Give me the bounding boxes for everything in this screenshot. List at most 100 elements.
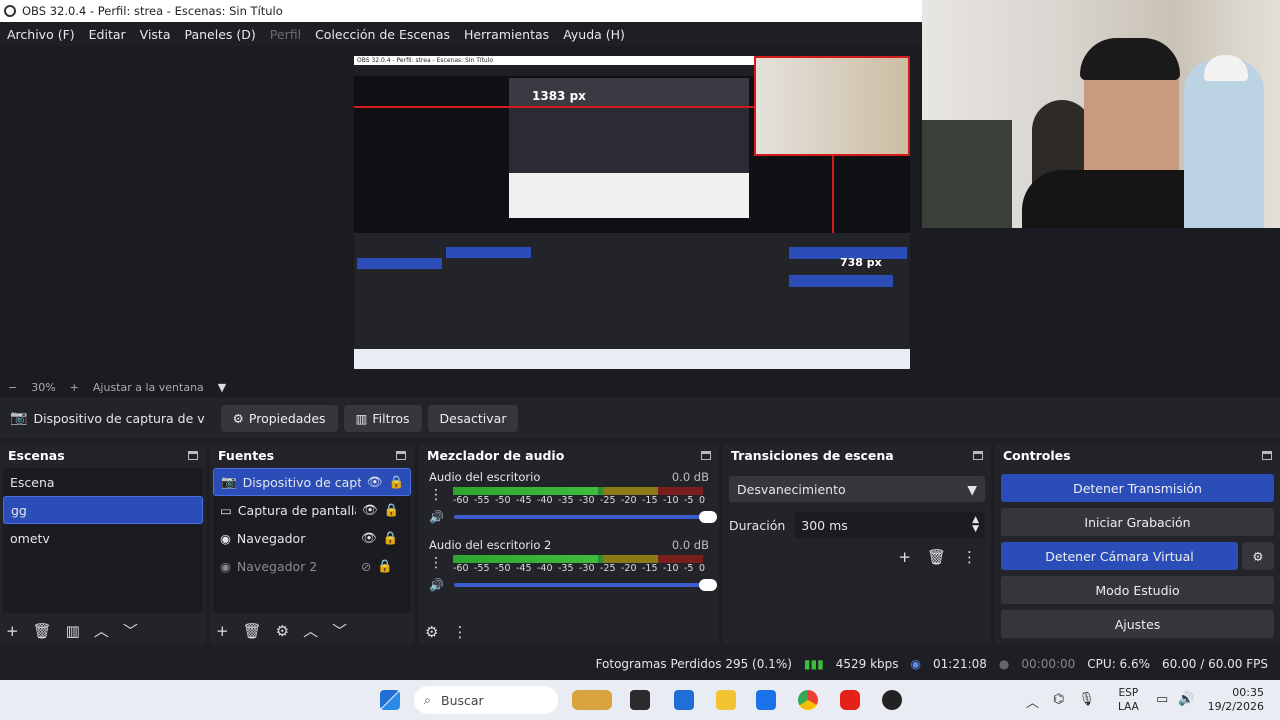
speaker-icon[interactable]: 🔊 [429, 578, 444, 592]
source-item[interactable]: 📷 Dispositivo de captur 👁 🔒 [213, 468, 411, 496]
wifi-icon[interactable]: ▭ [1156, 692, 1168, 707]
filters-button[interactable]: ▥ Filtros [343, 404, 422, 432]
deactivate-label: Desactivar [439, 410, 507, 426]
menu-perfil[interactable]: Perfil [263, 27, 308, 42]
studio-mode-button[interactable]: Modo Estudio [1001, 576, 1274, 604]
terminal-icon[interactable] [630, 690, 650, 710]
add-icon[interactable]: + [216, 622, 229, 640]
chrome-icon[interactable] [798, 690, 818, 710]
menu-vista[interactable]: Vista [133, 27, 178, 42]
language-indicator[interactable]: ESP LAA [1118, 686, 1139, 714]
deactivate-button[interactable]: Desactivar [427, 404, 519, 432]
duration-row: Duración 300 ms ▲ ▼ [729, 512, 985, 538]
add-icon[interactable]: + [6, 622, 19, 640]
cpu-usage: CPU: 6.6% [1087, 657, 1151, 671]
menu-paneles[interactable]: Paneles (D) [178, 27, 263, 42]
widget-icon[interactable] [572, 690, 612, 710]
trash-icon[interactable]: 🗑 [33, 622, 52, 640]
more-icon[interactable]: ⋮ [429, 487, 443, 503]
speaker-icon[interactable]: 🔊 [429, 510, 444, 524]
add-icon[interactable]: + [898, 548, 911, 566]
filter-icon[interactable]: ▥ [66, 622, 80, 640]
youtube-icon[interactable] [840, 690, 860, 710]
source-item[interactable]: ▭ Captura de pantalla 👁 🔒 [213, 496, 411, 524]
undock-icon[interactable] [701, 450, 711, 460]
clock[interactable]: 00:35 19/2/2026 [1206, 686, 1264, 714]
scene-item[interactable]: gg [3, 496, 203, 524]
settings-button[interactable]: Ajustes [1001, 610, 1274, 638]
zoom-in-button[interactable]: + [70, 381, 79, 394]
lock-icon[interactable]: 🔒 [388, 474, 404, 490]
transition-select[interactable]: Desvanecimiento ▼ [729, 476, 985, 502]
undock-icon[interactable] [1262, 450, 1272, 460]
more-icon[interactable]: ⋮ [962, 548, 977, 566]
move-down-icon[interactable]: ﹀ [332, 620, 347, 641]
nested-menu [354, 65, 754, 76]
advanced-audio-icon[interactable]: ⚙ [425, 623, 438, 641]
stop-streaming-button[interactable]: Detener Transmisión [1001, 474, 1274, 502]
undock-icon[interactable] [973, 450, 983, 460]
dropped-frames: Fotogramas Perdidos 295 (0.1%) [595, 657, 792, 671]
lock-icon[interactable]: 🔒 [377, 558, 393, 574]
microphone-icon[interactable]: 🎙 [1078, 692, 1095, 711]
volume-slider[interactable] [453, 579, 717, 591]
menu-herramientas[interactable]: Herramientas [457, 27, 556, 42]
controls-title: Controles [1003, 447, 1071, 463]
gear-icon[interactable]: ⚙ [276, 622, 289, 640]
move-down-icon[interactable]: ﹀ [123, 620, 138, 641]
fit-window-button[interactable]: Ajustar a la ventana [93, 381, 204, 394]
scene-item[interactable]: Escena [3, 468, 203, 496]
eye-icon[interactable]: 👁 [362, 502, 378, 518]
volume-icon[interactable]: 🔊 [1178, 692, 1194, 707]
gear-icon: ⚙ [232, 410, 244, 426]
transitions-actions: + 🗑 ⋮ [723, 548, 977, 566]
menu-coleccion-escenas[interactable]: Colección de Escenas [308, 27, 457, 42]
slider-handle[interactable] [699, 511, 717, 523]
eye-hidden-icon[interactable]: ⊘ [361, 559, 371, 574]
trash-icon[interactable]: 🗑 [243, 622, 262, 640]
zoom-out-button[interactable]: − [8, 381, 17, 394]
more-icon[interactable]: ⋮ [429, 555, 443, 571]
lock-icon[interactable]: 🔒 [384, 502, 400, 518]
mail-icon[interactable] [756, 690, 776, 710]
network-icon[interactable]: ⌬ [1053, 692, 1064, 711]
menu-editar[interactable]: Editar [82, 27, 133, 42]
zoom-dropdown-icon[interactable]: ▼ [218, 381, 226, 394]
chevron-up-icon[interactable]: ︿ [1026, 692, 1039, 711]
more-icon[interactable]: ⋮ [452, 623, 467, 641]
move-up-icon[interactable]: ︿ [94, 620, 109, 641]
trash-icon[interactable]: 🗑 [927, 548, 946, 566]
stepper-icon[interactable]: ▲ ▼ [972, 516, 979, 534]
duration-value: 300 ms [801, 517, 848, 533]
stop-virtual-camera-button[interactable]: Detener Cámara Virtual [1001, 542, 1238, 570]
nested-preview[interactable]: OBS 32.0.4 - Perfil: strea - Escenas: Si… [354, 56, 910, 369]
mixer-dock-header: Mezclador de audio [419, 444, 719, 466]
transitions-dock-header: Transiciones de escena [723, 444, 991, 466]
source-item[interactable]: ◉ Navegador 👁 🔒 [213, 524, 411, 552]
scale-tick: 0 [698, 563, 705, 574]
lock-icon[interactable]: 🔒 [383, 530, 399, 546]
eye-icon[interactable]: 👁 [367, 474, 383, 490]
store-icon[interactable] [674, 690, 694, 710]
camera-icon: 📷 [221, 474, 237, 489]
volume-slider[interactable] [453, 511, 717, 523]
folder-icon[interactable] [716, 690, 736, 710]
slider-handle[interactable] [699, 579, 717, 591]
scene-item[interactable]: ometv [3, 524, 203, 552]
virtual-camera-settings-gear-icon[interactable]: ⚙ [1242, 542, 1274, 570]
windows-start-icon[interactable] [380, 690, 400, 710]
move-up-icon[interactable]: ︿ [303, 620, 318, 641]
menu-archivo[interactable]: Archivo (F) [0, 27, 82, 42]
eye-icon[interactable]: 👁 [361, 530, 377, 546]
search-box[interactable]: ⌕ Buscar [414, 686, 558, 714]
undock-icon[interactable] [396, 450, 406, 460]
start-recording-button[interactable]: Iniciar Grabación [1001, 508, 1274, 536]
source-toolbar: 📷 Dispositivo de captura de v ⚙ Propieda… [0, 398, 1280, 438]
source-item[interactable]: ◉ Navegador 2 ⊘ 🔒 [213, 552, 411, 580]
undock-icon[interactable] [188, 450, 198, 460]
duration-input[interactable]: 300 ms ▲ ▼ [795, 512, 985, 538]
properties-button[interactable]: ⚙ Propiedades [220, 404, 338, 432]
menu-ayuda[interactable]: Ayuda (H) [556, 27, 632, 42]
obs-icon[interactable] [882, 690, 902, 710]
scale-tick: -20 [621, 495, 637, 506]
